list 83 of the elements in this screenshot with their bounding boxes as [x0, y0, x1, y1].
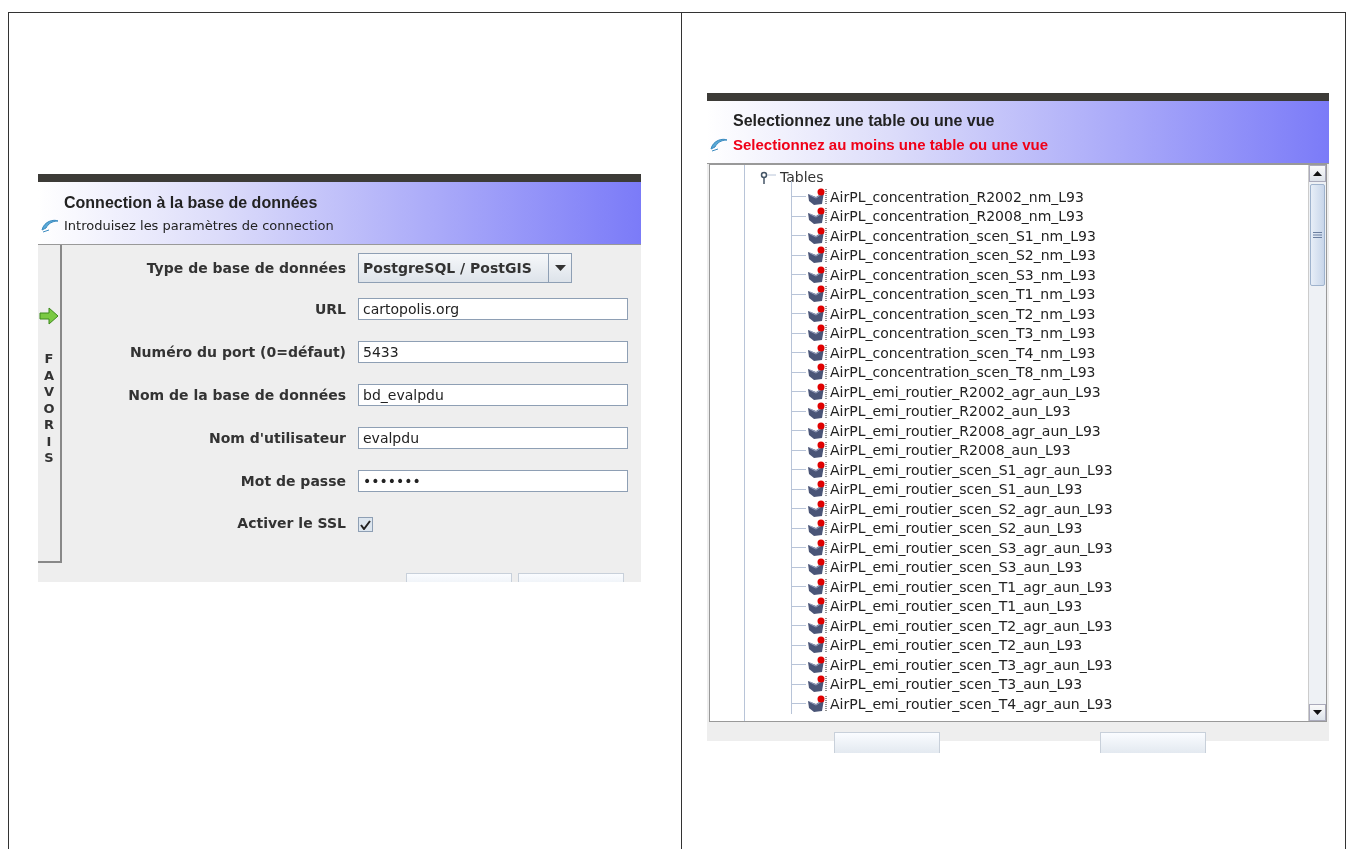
favorites-tab[interactable]: FAVORIS: [42, 351, 56, 467]
field-label: Mot de passe: [239, 473, 346, 489]
dialog-subtitle: Introduisez les paramètres de connection: [64, 217, 334, 233]
table-icon: [806, 597, 828, 616]
error-message: Selectionnez au moins une table ou une vue: [733, 135, 1049, 153]
dialog-title: Connection à la base de données: [64, 193, 319, 212]
tree-item[interactable]: AirPL_concentration_scen_S3_nm_L93: [710, 265, 1308, 285]
table-icon: [806, 636, 828, 655]
table-icon: [806, 519, 828, 538]
table-icon: [806, 616, 828, 635]
tree-item[interactable]: AirPL_emi_routier_scen_T1_aun_L93: [710, 596, 1308, 616]
field-label: Numéro du port (0=défaut): [128, 344, 346, 360]
checkbox[interactable]: [358, 517, 373, 532]
tree-item[interactable]: AirPL_emi_routier_scen_S2_agr_aun_L93: [710, 499, 1308, 519]
tree-item[interactable]: AirPL_emi_routier_scen_S3_aun_L93: [710, 557, 1308, 577]
tree-item[interactable]: AirPL_concentration_scen_T4_nm_L93: [710, 343, 1308, 363]
arrow-icon[interactable]: [39, 307, 59, 325]
table-icon: [806, 577, 828, 596]
field-label: Nom de la base de données: [127, 387, 346, 403]
tree-item[interactable]: AirPL_emi_routier_scen_S1_aun_L93: [710, 479, 1308, 499]
table-icon: [806, 285, 828, 304]
password-field[interactable]: •••••••: [358, 470, 628, 492]
table-icon: [806, 265, 828, 284]
input-field[interactable]: evalpdu: [358, 427, 628, 449]
table-icon: [806, 187, 828, 206]
table-icon: [806, 538, 828, 557]
table-icon: [806, 382, 828, 401]
table-icon: [806, 558, 828, 577]
tree-item[interactable]: AirPL_concentration_scen_S2_nm_L93: [710, 245, 1308, 265]
table-icon: [806, 694, 828, 713]
dialog-title: Selectionnez une table ou une vue: [733, 111, 996, 130]
tree-item[interactable]: AirPL_concentration_R2008_nm_L93: [710, 206, 1308, 226]
tree-item[interactable]: AirPL_emi_routier_scen_T1_agr_aun_L93: [710, 577, 1308, 597]
table-icon: [806, 480, 828, 499]
tree-item[interactable]: AirPL_emi_routier_scen_T2_aun_L93: [710, 635, 1308, 655]
tree-item[interactable]: AirPL_emi_routier_scen_T4_agr_aun_L93: [710, 694, 1308, 714]
table-icon: [806, 441, 828, 460]
scrollbar[interactable]: [1308, 165, 1326, 721]
tree-item[interactable]: AirPL_concentration_scen_S1_nm_L93: [710, 226, 1308, 246]
logo-icon: [709, 137, 729, 153]
table-icon: [806, 402, 828, 421]
input-field[interactable]: bd_evalpdu: [358, 384, 628, 406]
tree-item[interactable]: AirPL_emi_routier_R2002_aun_L93: [710, 401, 1308, 421]
database-type-dropdown[interactable]: PostgreSQL / PostGIS: [358, 253, 572, 283]
field-label: Activer le SSL: [236, 514, 346, 531]
tree-item[interactable]: AirPL_concentration_scen_T1_nm_L93: [710, 284, 1308, 304]
tree-item[interactable]: AirPL_emi_routier_scen_S1_agr_aun_L93: [710, 460, 1308, 480]
tree-item[interactable]: AirPL_emi_routier_scen_T2_agr_aun_L93: [710, 616, 1308, 636]
tree-item[interactable]: AirPL_emi_routier_scen_S3_agr_aun_L93: [710, 538, 1308, 558]
tree-item[interactable]: AirPL_emi_routier_scen_S2_aun_L93: [710, 518, 1308, 538]
field-label: Type de base de données: [145, 260, 346, 276]
scroll-down-icon[interactable]: [1313, 710, 1322, 715]
tree-item[interactable]: AirPL_concentration_scen_T3_nm_L93: [710, 323, 1308, 343]
logo-icon: [40, 218, 60, 234]
tree-item[interactable]: AirPL_emi_routier_R2008_aun_L93: [710, 440, 1308, 460]
table-icon: [806, 304, 828, 323]
table-icon: [806, 421, 828, 440]
tree-item[interactable]: AirPL_emi_routier_scen_T3_agr_aun_L93: [710, 655, 1308, 675]
table-icon: [806, 499, 828, 518]
input-field[interactable]: 5433: [358, 341, 628, 363]
table-icon: [806, 460, 828, 479]
table-icon: [806, 363, 828, 382]
tree-item[interactable]: AirPL_emi_routier_R2002_agr_aun_L93: [710, 382, 1308, 402]
tree-item[interactable]: AirPL_concentration_scen_T8_nm_L93: [710, 362, 1308, 382]
caret-icon: [554, 265, 566, 271]
tree-item[interactable]: AirPL_emi_routier_R2008_agr_aun_L93: [710, 421, 1308, 441]
input-field[interactable]: cartopolis.org: [358, 298, 628, 320]
tree-item[interactable]: AirPL_emi_routier_scen_T3_aun_L93: [710, 674, 1308, 694]
tree-item[interactable]: AirPL_concentration_R2002_nm_L93: [710, 187, 1308, 207]
table-icon: [806, 655, 828, 674]
table-icon: [806, 675, 828, 694]
table-icon: [806, 207, 828, 226]
tree-node[interactable]: Tables: [710, 167, 1308, 187]
scroll-up-icon[interactable]: [1313, 171, 1322, 176]
grip-icon: [1313, 232, 1322, 238]
field-label: Nom d'utilisateur: [208, 430, 346, 446]
table-icon: [806, 343, 828, 362]
table-icon: [806, 246, 828, 265]
field-label: URL: [313, 301, 346, 317]
tree-item[interactable]: AirPL_concentration_scen_T2_nm_L93: [710, 304, 1308, 324]
table-icon: [806, 226, 828, 245]
table-icon: [806, 324, 828, 343]
expanded-handle-icon[interactable]: [760, 170, 776, 184]
